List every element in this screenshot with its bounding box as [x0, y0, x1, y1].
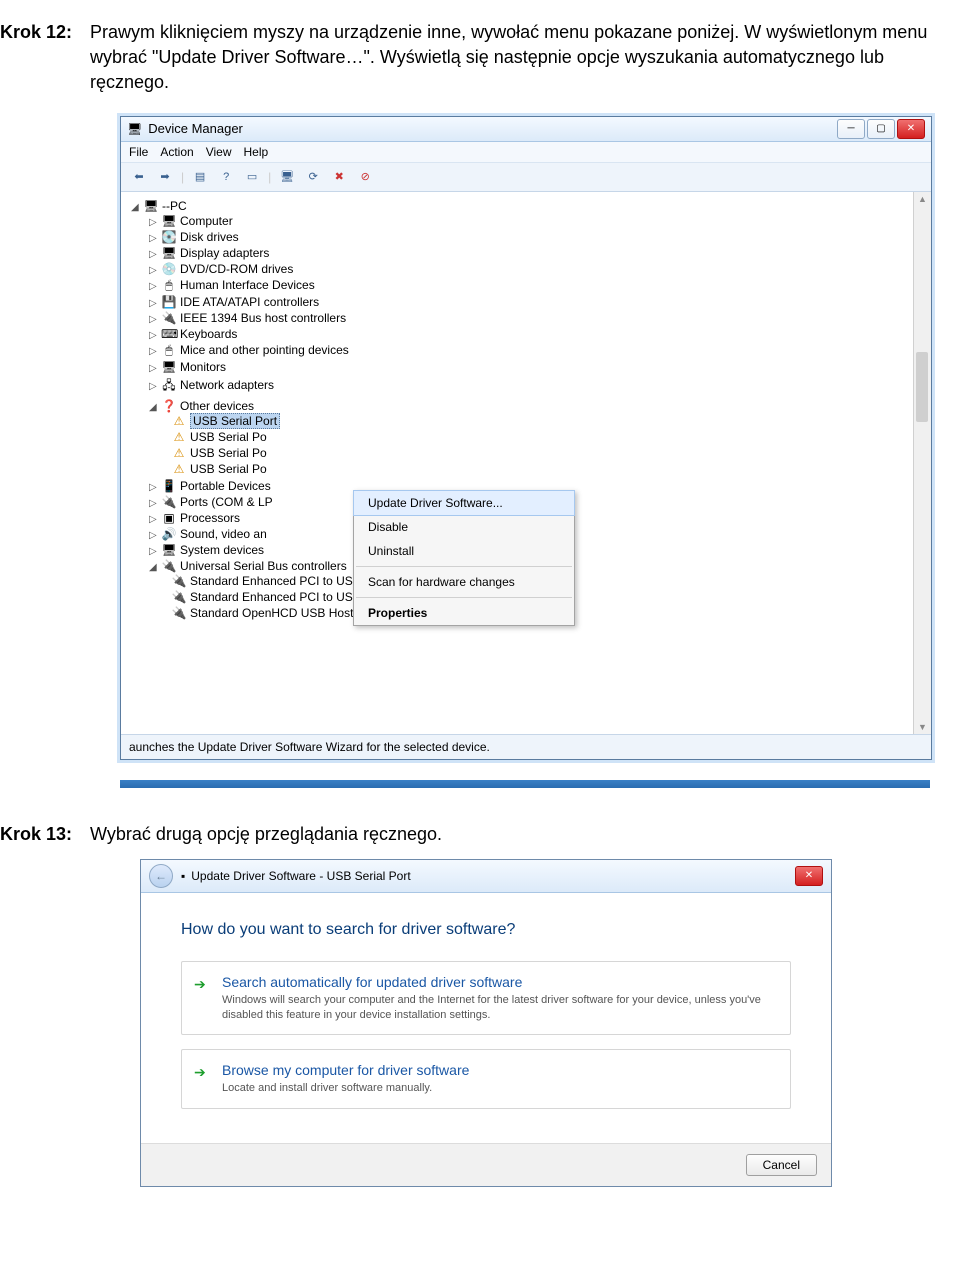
toolbar: ⬅ ➡ | ▤ ? ▭ | 🖥 ⟳ ✖ ⊘ — [121, 163, 931, 192]
cancel-button[interactable]: Cancel — [746, 1154, 817, 1176]
option-title: Browse my computer for driver software — [222, 1062, 774, 1078]
taskbar-strip — [120, 780, 930, 788]
props-icon[interactable]: ▭ — [242, 167, 262, 187]
wizard-heading: How do you want to search for driver sof… — [181, 921, 791, 939]
update-driver-wizard: ← ▪ Update Driver Software - USB Serial … — [140, 859, 832, 1188]
ctx-uninstall[interactable]: Uninstall — [354, 539, 574, 563]
tree-item[interactable]: ▷🖥Computer — [149, 213, 907, 229]
step-13-text: Wybrać drugą opcję przeglądania ręcznego… — [90, 822, 930, 847]
tree-item[interactable]: ▷🖥Monitors — [149, 359, 907, 375]
tree-item[interactable]: ▷💽Disk drives — [149, 229, 907, 245]
help-icon[interactable]: ? — [216, 167, 236, 187]
tree-item[interactable]: ▷🔌IEEE 1394 Bus host controllers — [149, 310, 907, 326]
tree-item-warning[interactable]: ⚠USB Serial Po — [171, 445, 907, 461]
ctx-update-driver[interactable]: Update Driver Software... — [353, 490, 575, 516]
option-browse-manual[interactable]: ➔ Browse my computer for driver software… — [181, 1049, 791, 1109]
scroll-down-icon[interactable]: ▼ — [914, 722, 931, 732]
tree-item[interactable]: ▷⌨Keyboards — [149, 326, 907, 342]
scan-icon[interactable]: 🖥 — [277, 167, 297, 187]
window-title: Device Manager — [148, 121, 837, 136]
tree-item-warning[interactable]: ⚠USB Serial Port — [171, 413, 907, 429]
window-caption: 🖥 Device Manager ─ ▢ ✕ — [121, 117, 931, 142]
tree-item-warning[interactable]: ⚠USB Serial Po — [171, 429, 907, 445]
context-menu: Update Driver Software... Disable Uninst… — [353, 490, 575, 626]
option-title: Search automatically for updated driver … — [222, 974, 774, 990]
close-button[interactable]: ✕ — [897, 119, 925, 139]
forward-icon[interactable]: ➡ — [155, 167, 175, 187]
tree-item[interactable]: ▷🖧Network adapters — [149, 375, 907, 398]
menu-file[interactable]: File — [129, 145, 148, 159]
arrow-icon: ➔ — [194, 1064, 206, 1081]
tree-item-warning[interactable]: ⚠USB Serial Po — [171, 461, 907, 477]
step-12-text: Prawym kliknięciem myszy na urządzenie i… — [90, 20, 930, 96]
back-icon[interactable]: ⬅ — [129, 167, 149, 187]
ctx-scan[interactable]: Scan for hardware changes — [354, 570, 574, 594]
app-icon: 🖥 — [127, 122, 142, 136]
disable-icon[interactable]: ⊘ — [355, 167, 375, 187]
wizard-close-button[interactable]: ✕ — [795, 866, 823, 886]
tree-item[interactable]: ▷🖱Mice and other pointing devices — [149, 342, 907, 359]
update-icon[interactable]: ⟳ — [303, 167, 323, 187]
tree-item[interactable]: ▷🖱Human Interface Devices — [149, 277, 907, 294]
back-button[interactable]: ← — [149, 864, 173, 888]
option-description: Windows will search your computer and th… — [222, 993, 774, 1023]
ctx-disable[interactable]: Disable — [354, 515, 574, 539]
menu-help[interactable]: Help — [244, 145, 269, 159]
tree-item[interactable]: ▷🖥Display adapters — [149, 245, 907, 261]
ctx-properties[interactable]: Properties — [354, 601, 574, 625]
minimize-button[interactable]: ─ — [837, 119, 865, 139]
step-13-label: Krok 13: — [0, 822, 90, 847]
tree-item[interactable]: ▷💾IDE ATA/ATAPI controllers — [149, 294, 907, 310]
menu-action[interactable]: Action — [160, 145, 193, 159]
scroll-thumb[interactable] — [916, 352, 928, 422]
ctx-separator — [356, 597, 572, 598]
wizard-icon: ▪ — [181, 869, 185, 883]
scrollbar[interactable]: ▲ ▼ — [913, 192, 931, 734]
menubar: File Action View Help — [121, 142, 931, 163]
maximize-button[interactable]: ▢ — [867, 119, 895, 139]
step-12-label: Krok 12: — [0, 20, 90, 96]
statusbar: aunches the Update Driver Software Wizar… — [121, 734, 931, 759]
scroll-up-icon[interactable]: ▲ — [914, 192, 931, 204]
device-manager-window: 🖥 Device Manager ─ ▢ ✕ File Action View … — [120, 116, 932, 760]
uninstall-icon[interactable]: ✖ — [329, 167, 349, 187]
tree-item[interactable]: ◢❓Other devices⚠USB Serial Port⚠USB Seri… — [149, 398, 907, 478]
ctx-separator — [356, 566, 572, 567]
option-search-auto[interactable]: ➔ Search automatically for updated drive… — [181, 961, 791, 1036]
wizard-caption: ← ▪ Update Driver Software - USB Serial … — [141, 860, 831, 893]
wizard-title: Update Driver Software - USB Serial Port — [191, 869, 795, 883]
menu-view[interactable]: View — [206, 145, 232, 159]
arrow-icon: ➔ — [194, 976, 206, 993]
tree-item[interactable]: ▷💿DVD/CD-ROM drives — [149, 261, 907, 277]
tree-icon[interactable]: ▤ — [190, 167, 210, 187]
option-description: Locate and install driver software manua… — [222, 1081, 774, 1096]
device-tree[interactable]: ◢🖥--PC ▷🖥Computer▷💽Disk drives▷🖥Display … — [121, 192, 913, 734]
